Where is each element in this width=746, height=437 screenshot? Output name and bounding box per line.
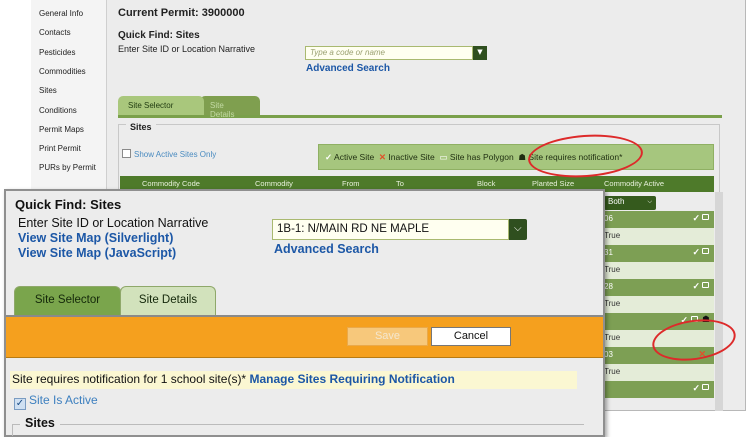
bg-chevron-down-icon[interactable]: ▼ xyxy=(473,46,487,60)
col-block[interactable]: Block xyxy=(477,179,495,188)
bg-tab-strip: Site Details Site Selector xyxy=(118,96,722,119)
table-row[interactable]: 28 ✓ xyxy=(600,279,714,296)
filter-value: Both xyxy=(608,197,625,206)
site-is-active-label: Site Is Active xyxy=(29,393,98,407)
legend-polygon: Site has Polygon xyxy=(449,152,514,162)
bg-show-active-checkbox[interactable]: Show Active Sites Only xyxy=(122,149,216,159)
chevron-down-icon: ⌵ xyxy=(647,199,652,205)
nav-contacts[interactable]: Contacts xyxy=(39,28,71,37)
table-row[interactable]: True xyxy=(600,296,714,313)
polygon-icon: ▭ xyxy=(437,152,448,162)
site-search-input[interactable]: 1B-1: N/MAIN RD NE MAPLE xyxy=(272,219,509,240)
legend-active-site: Active Site xyxy=(334,152,375,162)
quick-find-label: Enter Site ID or Location Narrative xyxy=(18,216,209,230)
site-dropdown-button[interactable]: ⌵ xyxy=(509,219,527,240)
row-value: 06 xyxy=(604,214,613,223)
tab-site-selector[interactable]: Site Selector xyxy=(14,286,121,315)
row-value: True xyxy=(604,367,621,376)
row-value: 31 xyxy=(604,248,613,257)
polygon-icon xyxy=(702,248,709,254)
nav-general-info[interactable]: General Info xyxy=(39,9,83,18)
row-value: 03 xyxy=(604,350,613,359)
chevron-down-icon: ⌵ xyxy=(514,223,522,234)
nav-conditions[interactable]: Conditions xyxy=(39,106,77,115)
polygon-icon xyxy=(702,282,709,288)
check-icon: ✓ xyxy=(692,281,700,291)
row-value: 28 xyxy=(604,282,613,291)
bg-tab-site-details[interactable]: Site Details xyxy=(200,96,260,119)
table-row[interactable]: True xyxy=(600,364,714,381)
table-row[interactable]: ✓ xyxy=(600,381,714,398)
check-icon: ✓ xyxy=(692,247,700,257)
site-details-panel: Quick Find: Sites Enter Site ID or Locat… xyxy=(4,189,605,437)
nav-print-permit[interactable]: Print Permit xyxy=(39,144,81,153)
col-to[interactable]: To xyxy=(396,179,404,188)
view-site-map-silverlight-link[interactable]: View Site Map (Silverlight) xyxy=(18,231,173,245)
row-value: True xyxy=(604,299,621,308)
sites-fieldset-border xyxy=(12,424,584,425)
advanced-search-link[interactable]: Advanced Search xyxy=(274,242,379,256)
check-icon: ✓ xyxy=(325,152,333,162)
check-icon: ✓ xyxy=(692,213,700,223)
nav-commodities[interactable]: Commodities xyxy=(39,67,86,76)
table-row[interactable]: True xyxy=(600,262,714,279)
vertical-scrollbar[interactable] xyxy=(715,192,723,411)
legend-inactive-site: Inactive Site xyxy=(388,152,435,162)
col-planted-size[interactable]: Planted Size xyxy=(532,179,574,188)
bg-show-active-label: Show Active Sites Only xyxy=(134,150,217,159)
quick-find-title: Quick Find: Sites xyxy=(15,197,122,212)
sites-legend: Sites xyxy=(20,416,60,430)
site-legend-bar: ✓ Active Site ✕ Inactive Site ▭ Site has… xyxy=(318,144,714,170)
col-from[interactable]: From xyxy=(342,179,360,188)
site-is-active-checkbox[interactable]: ✓ Site Is Active xyxy=(14,393,98,410)
bg-tab-site-selector[interactable]: Site Selector xyxy=(118,96,204,115)
cancel-button[interactable]: Cancel xyxy=(431,327,511,346)
col-commodity-active[interactable]: Commodity Active xyxy=(604,179,664,188)
commodity-active-column: 06 ✓ True 31 ✓ True 28 ✓ True ✓ ☗ True 03 ✕ True ✓ xyxy=(600,192,714,411)
row-value: True xyxy=(604,231,621,240)
checkbox-icon[interactable] xyxy=(122,149,131,158)
row-value: True xyxy=(604,333,621,342)
check-icon: ✓ xyxy=(692,383,700,393)
col-commodity-code[interactable]: Commodity Code xyxy=(142,179,200,188)
tab-strip: Site Selector Site Details xyxy=(6,286,603,316)
bg-advanced-search-link[interactable]: Advanced Search xyxy=(306,63,390,74)
notification-text: Site requires notification for 1 school … xyxy=(12,372,247,386)
commodity-active-filter[interactable]: Both ⌵ xyxy=(604,196,656,210)
table-row[interactable]: 31 ✓ xyxy=(600,245,714,262)
manage-notification-link[interactable]: Manage Sites Requiring Notification xyxy=(249,372,454,386)
row-value: True xyxy=(604,265,621,274)
x-icon: ✕ xyxy=(376,152,387,162)
bg-sites-legend: Sites xyxy=(126,122,156,132)
nav-permit-maps[interactable]: Permit Maps xyxy=(39,125,84,134)
nav-sites[interactable]: Sites xyxy=(39,86,57,95)
house-icon: ☗ xyxy=(516,152,527,162)
polygon-icon xyxy=(702,384,709,390)
action-toolbar: Save Cancel xyxy=(6,315,603,358)
table-row[interactable]: 06 ✓ xyxy=(600,211,714,228)
sites-fieldset-corner xyxy=(12,424,13,436)
notification-message: Site requires notification for 1 school … xyxy=(10,371,577,389)
sidebar-nav: General Info Contacts Pesticides Commodi… xyxy=(31,0,107,190)
table-row[interactable]: True xyxy=(600,228,714,245)
save-button[interactable]: Save xyxy=(347,327,428,346)
tab-site-details[interactable]: Site Details xyxy=(120,286,216,315)
view-site-map-javascript-link[interactable]: View Site Map (JavaScript) xyxy=(18,246,176,260)
bg-quick-find-title: Quick Find: Sites xyxy=(118,30,200,41)
current-permit: Current Permit: 3900000 xyxy=(118,7,245,19)
polygon-icon xyxy=(702,214,709,220)
bg-quick-find-label: Enter Site ID or Location Narrative xyxy=(118,44,256,54)
nav-pesticides[interactable]: Pesticides xyxy=(39,48,75,57)
bg-site-search-input[interactable]: Type a code or name xyxy=(305,46,473,60)
checkbox-checked-icon[interactable]: ✓ xyxy=(14,398,26,410)
col-commodity[interactable]: Commodity xyxy=(255,179,293,188)
nav-purs-by-permit[interactable]: PURs by Permit xyxy=(39,163,96,172)
